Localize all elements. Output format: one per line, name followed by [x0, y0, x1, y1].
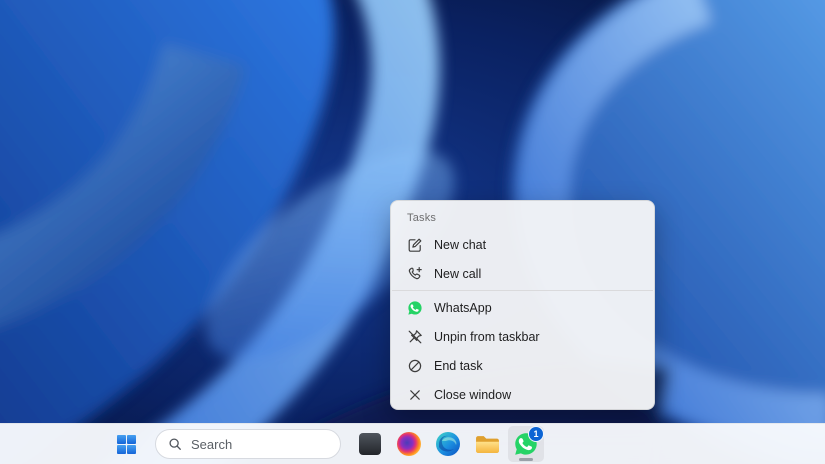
- menu-item-label: Unpin from taskbar: [434, 330, 540, 344]
- start-button[interactable]: [108, 426, 144, 462]
- menu-item-close-window[interactable]: Close window: [395, 380, 650, 409]
- taskbar-search-box[interactable]: Search: [155, 429, 341, 459]
- menu-item-end-task[interactable]: End task: [395, 351, 650, 380]
- dark-app-button[interactable]: [352, 426, 388, 462]
- search-icon: [168, 437, 182, 451]
- file-explorer-button[interactable]: [469, 426, 505, 462]
- menu-item-label: New chat: [434, 238, 486, 252]
- menu-section-header: Tasks: [391, 206, 654, 230]
- notification-badge: 1: [528, 426, 544, 442]
- taskbar-items: Search: [108, 424, 544, 464]
- unpin-icon: [407, 329, 423, 345]
- running-app-indicator: [519, 458, 533, 461]
- whatsapp-icon: [407, 300, 423, 316]
- menu-separator: [392, 290, 653, 291]
- search-placeholder: Search: [191, 437, 232, 452]
- menu-item-label: End task: [434, 359, 483, 373]
- windows-logo-icon: [116, 434, 137, 455]
- desktop: Tasks New chat New call: [0, 0, 825, 464]
- menu-item-new-call[interactable]: New call: [395, 259, 650, 288]
- menu-item-unpin[interactable]: Unpin from taskbar: [395, 322, 650, 351]
- firefox-icon: [396, 431, 422, 457]
- firefox-button[interactable]: [391, 426, 427, 462]
- close-icon: [407, 387, 423, 403]
- menu-item-whatsapp[interactable]: WhatsApp: [395, 293, 650, 322]
- edge-icon: [435, 431, 461, 457]
- menu-item-label: WhatsApp: [434, 301, 492, 315]
- new-chat-icon: [407, 237, 423, 253]
- whatsapp-button[interactable]: 1: [508, 426, 544, 462]
- taskbar: Search: [0, 423, 825, 464]
- edge-button[interactable]: [430, 426, 466, 462]
- menu-item-label: Close window: [434, 388, 511, 402]
- whatsapp-jumplist-menu: Tasks New chat New call: [390, 200, 655, 410]
- dark-app-icon: [358, 432, 382, 456]
- menu-item-new-chat[interactable]: New chat: [395, 230, 650, 259]
- end-task-icon: [407, 358, 423, 374]
- new-call-icon: [407, 266, 423, 282]
- menu-item-label: New call: [434, 267, 481, 281]
- folder-icon: [475, 434, 500, 455]
